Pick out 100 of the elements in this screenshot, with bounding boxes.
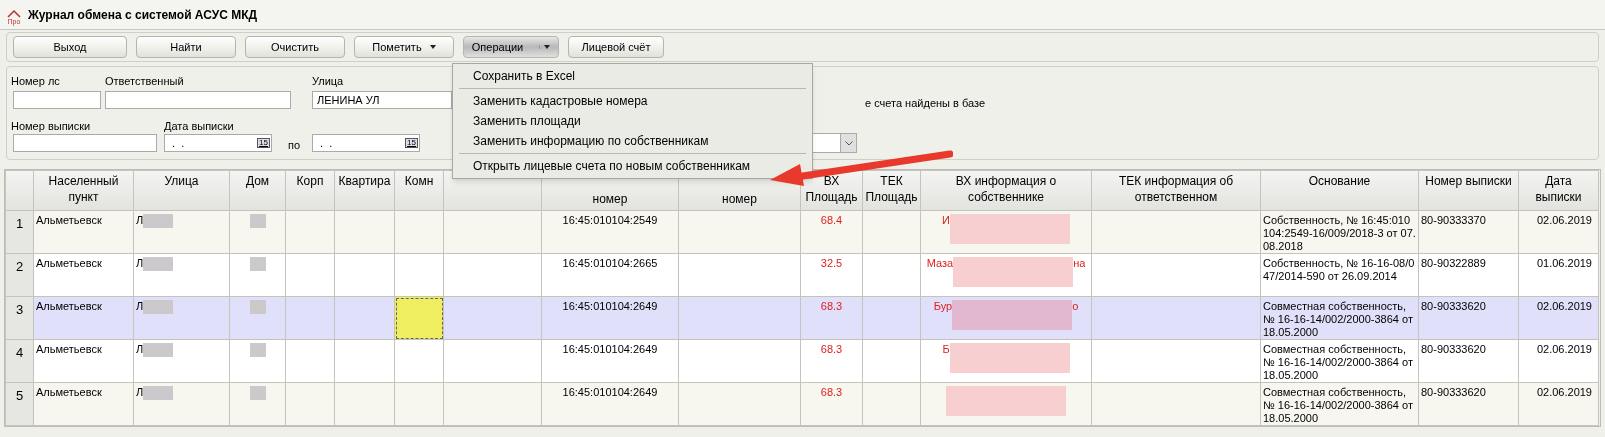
field-label: Дата выписки <box>164 119 234 134</box>
date-to-field[interactable]: . . 15 <box>312 134 420 152</box>
column-header[interactable]: ВХ информация о собственнике <box>920 170 1092 211</box>
column-header[interactable]: Корп <box>285 170 335 211</box>
status-text: е счета найдены в базе <box>865 96 985 111</box>
column-header[interactable]: ТЕК Площадь <box>862 170 921 211</box>
table-cell-text: Л <box>136 214 144 227</box>
redaction-block <box>143 343 174 357</box>
redaction-block <box>249 214 266 228</box>
window-title: Журнал обмена с системой АСУС МКД <box>28 6 258 24</box>
toolbar-button[interactable]: Пометить <box>354 36 454 58</box>
table-row[interactable]: 1 Альметьевск Л 16:45:010104:2549 68.4 И Собственность, № 16:45:010104:2549-16/009/2018-3 от 07.08.2018 80-90333370 02.06.2019 <box>5 210 1599 254</box>
table-cell: 80-90333620 <box>1418 296 1519 340</box>
toolbar-button[interactable]: Выход <box>13 36 127 58</box>
statement-number-field[interactable] <box>13 134 157 152</box>
table-cell: 68.3 <box>800 339 863 383</box>
table-cell: 02.06.2019 <box>1518 339 1599 383</box>
owner-text: на <box>1073 257 1086 270</box>
menu-item[interactable]: Заменить площади <box>453 111 812 131</box>
toolbar-button[interactable]: Операции <box>463 36 559 58</box>
toolbar-button[interactable]: Очистить <box>245 36 345 58</box>
redaction-block <box>143 300 174 314</box>
redaction-block <box>143 386 174 400</box>
column-header[interactable]: Дата выписки <box>1518 170 1599 211</box>
menu-item[interactable]: Сохранить в Excel <box>453 66 812 86</box>
table-cell: 02.06.2019 <box>1518 210 1599 254</box>
field-label: по <box>288 138 301 153</box>
owner-text: Маза <box>926 257 954 270</box>
field-label: Номер лс <box>11 74 60 89</box>
table-cell: Альметьевск <box>33 382 134 426</box>
table-cell: 02.06.2019 <box>1518 382 1599 426</box>
table-cell: 16:45:010104:2649 <box>541 296 679 340</box>
table-cell-text: Л <box>136 257 144 270</box>
redaction-block <box>249 257 266 271</box>
field-label: Улица <box>312 74 344 89</box>
table-cell: 80-90333370 <box>1418 210 1519 254</box>
row-number: 3 <box>5 296 34 340</box>
table-cell: Собственность, № 16-16-08/047/2014-590 от 26.09.2014 <box>1260 253 1419 297</box>
owner-text: Б <box>942 343 950 356</box>
owner-text: о <box>1072 300 1079 313</box>
menu-item[interactable]: Заменить информацию по собственникам <box>453 131 812 151</box>
table-cell: 01.06.2019 <box>1518 253 1599 297</box>
toolbar-button[interactable]: Найти <box>136 36 236 58</box>
table-cell: 68.3 <box>800 296 863 340</box>
redaction-block <box>249 386 266 400</box>
column-header[interactable]: Улица <box>133 170 230 211</box>
table-cell: 68.4 <box>800 210 863 254</box>
table-cell: 80-90333620 <box>1418 339 1519 383</box>
responsible-field[interactable] <box>105 91 291 109</box>
table-cell: 16:45:010104:2649 <box>541 339 679 383</box>
table-cell: 16:45:010104:2649 <box>541 382 679 426</box>
table-cell: Собственность, № 16:45:010104:2549-16/009/2018-3 от 07.08.2018 <box>1260 210 1419 254</box>
column-header[interactable]: Комн <box>394 170 444 211</box>
table-cell: Альметьевск <box>33 296 134 340</box>
column-header[interactable]: Квартира <box>334 170 395 211</box>
column-header[interactable]: Основание <box>1260 170 1419 211</box>
table-cell: 80-90322889 <box>1418 253 1519 297</box>
menu-item[interactable]: Заменить кадастровые номера <box>453 91 812 111</box>
column-header[interactable]: Населенный пункт <box>33 170 134 211</box>
redaction-block <box>249 300 266 314</box>
table-cell-text: Л <box>136 343 144 356</box>
table-cell: Альметьевск <box>33 210 134 254</box>
table-row[interactable]: 5 Альметьевск Л 16:45:010104:2649 68.3 Совместная собственность, № 16-16-14/002/2000-3864 от 18.05.2000 80-90333620 02.06.2019 <box>5 382 1599 426</box>
table-cell: Альметьевск <box>33 339 134 383</box>
field-label: Номер выписки <box>11 119 91 134</box>
field-label: Ответственный <box>105 74 184 89</box>
calendar-button[interactable]: 15 <box>257 138 270 148</box>
table-row[interactable]: 2 Альметьевск Л 16:45:010104:2665 32.5 Маза на Собственность, № 16-16-08/047/2014-590 от 26.09.2014 80-90322889 01.06.2019 <box>5 253 1599 297</box>
table-cell: 16:45:010104:2549 <box>541 210 679 254</box>
date-from-field[interactable]: . . 15 <box>164 134 272 152</box>
toolbar-button[interactable]: Лицевой счёт <box>568 36 664 58</box>
table-cell: 16:45:010104:2665 <box>541 253 679 297</box>
table-row[interactable]: 4 Альметьевск Л 16:45:010104:2649 68.3 Б Совместная собственность, № 16-16-14/002/2000-3864 от 18.05.2000 80-90333620 02.06.2019 <box>5 339 1599 383</box>
owner-text: И <box>942 214 950 227</box>
table-cell: 68.3 <box>800 382 863 426</box>
calendar-button[interactable]: 15 <box>405 138 418 148</box>
table-cell: Альметьевск <box>33 253 134 297</box>
table-cell-text: Л <box>136 386 144 399</box>
chevron-down-icon <box>844 140 853 146</box>
column-header[interactable]: Номер выписки <box>1418 170 1519 211</box>
street-field[interactable]: ЛЕНИНА УЛ <box>312 91 452 109</box>
row-number: 4 <box>5 339 34 383</box>
table-cell: 02.06.2019 <box>1518 296 1599 340</box>
table-cell: Совместная собственность, № 16-16-14/002/2000-3864 от 18.05.2000 <box>1260 339 1419 383</box>
table-cell: 80-90333620 <box>1418 382 1519 426</box>
table-row[interactable]: 3 Альметьевск Л 16:45:010104:2649 68.3 Бур о Совместная собственность, № 16-16-14/002/2000-3864 от 18.05.2000 80-90333620 02.06.2019 <box>5 296 1599 340</box>
redaction-block <box>143 257 174 271</box>
column-header[interactable]: Дом <box>229 170 286 211</box>
table-cell: Совместная собственность, № 16-16-14/002/2000-3864 от 18.05.2000 <box>1260 296 1419 340</box>
caret-icon <box>539 45 551 49</box>
row-number: 1 <box>5 210 34 254</box>
table-cell: Совместная собственность, № 16-16-14/002/2000-3864 от 18.05.2000 <box>1260 382 1419 426</box>
owner-text: Бур <box>933 300 953 313</box>
column-header[interactable]: ТЕК информация об ответственном <box>1091 170 1261 211</box>
redaction-block <box>143 214 174 228</box>
redaction-block <box>249 343 266 357</box>
table-cell: 32.5 <box>800 253 863 297</box>
caret-icon <box>429 45 436 49</box>
row-number: 2 <box>5 253 34 297</box>
account-number-field[interactable] <box>13 91 101 109</box>
